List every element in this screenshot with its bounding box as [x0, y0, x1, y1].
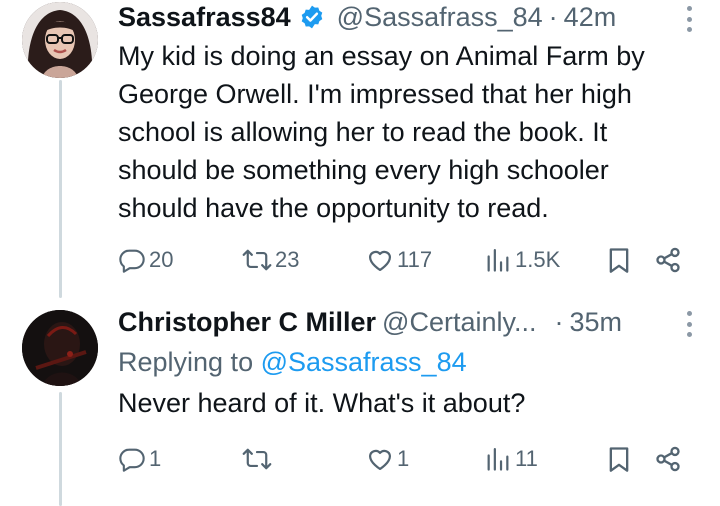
share-icon	[656, 446, 680, 472]
reply-tweet[interactable]: Christopher C Miller @Certainly... · 35m…	[118, 305, 700, 472]
user-handle[interactable]: @Sassafrass_84	[337, 2, 543, 33]
timestamp[interactable]: 42m	[564, 2, 617, 33]
display-name[interactable]: Christopher C Miller	[118, 307, 376, 338]
tweet[interactable]: Sassafrass84 @Sassafrass_84 · 42m My kid…	[118, 0, 700, 273]
reply-count: 20	[149, 247, 174, 272]
tweet-header: Christopher C Miller @Certainly... · 35m	[118, 305, 700, 339]
more-options-icon[interactable]	[684, 311, 694, 337]
separator-dot: ·	[554, 306, 564, 337]
views-button[interactable]: 1.5K	[484, 242, 560, 278]
like-button[interactable]: 117	[366, 242, 432, 278]
share-button[interactable]	[654, 242, 682, 278]
bookmark-icon	[609, 248, 629, 273]
retweet-button[interactable]	[242, 441, 275, 477]
verified-badge-icon	[299, 4, 325, 30]
tweet-header: Sassafrass84 @Sassafrass_84 · 42m	[118, 0, 700, 34]
timestamp[interactable]: 35m	[569, 307, 622, 338]
thread-connector-line	[59, 80, 62, 298]
heart-icon	[368, 449, 392, 471]
like-count: 117	[397, 247, 433, 272]
retweet-icon	[242, 448, 272, 470]
tweet-text: My kid is doing an essay on Animal Farm …	[118, 41, 645, 223]
reply-count: 1	[149, 446, 162, 471]
reply-button[interactable]: 20	[118, 242, 173, 278]
replying-to-label: Replying to	[118, 347, 261, 377]
display-name[interactable]: Sassafrass84	[118, 2, 291, 33]
analytics-icon	[487, 447, 509, 471]
retweet-count: 23	[275, 247, 300, 272]
share-button[interactable]	[654, 441, 682, 477]
bookmark-button[interactable]	[606, 242, 632, 278]
avatar[interactable]	[22, 310, 98, 386]
avatar-photo	[22, 2, 98, 78]
share-icon	[656, 247, 680, 273]
action-bar: 1 1 11	[118, 441, 700, 477]
avatar[interactable]	[22, 2, 98, 78]
bookmark-button[interactable]	[606, 441, 632, 477]
bookmark-icon	[609, 447, 629, 472]
views-button[interactable]: 11	[484, 441, 538, 477]
view-count: 11	[515, 446, 538, 471]
reply-icon	[119, 448, 145, 472]
heart-icon	[368, 250, 392, 272]
tweet-text: Never heard of it. What's it about?	[118, 388, 526, 418]
analytics-icon	[487, 248, 509, 272]
replying-to-line: Replying to @Sassafrass_84	[118, 343, 700, 381]
reply-button[interactable]: 1	[118, 441, 161, 477]
retweet-button[interactable]: 23	[242, 242, 299, 278]
action-bar: 20 23 117 1.5K	[118, 242, 700, 278]
like-button[interactable]: 1	[366, 441, 409, 477]
avatar-photo	[22, 310, 98, 386]
reply-icon	[119, 249, 145, 273]
like-count: 1	[397, 446, 410, 471]
user-handle[interactable]: @Certainly...	[382, 307, 536, 338]
separator-dot: ·	[548, 1, 558, 32]
replying-to-mention[interactable]: @Sassafrass_84	[261, 347, 467, 377]
thread-connector-line	[59, 392, 62, 506]
retweet-icon	[242, 249, 272, 271]
more-options-icon[interactable]	[684, 6, 694, 32]
view-count: 1.5K	[515, 247, 561, 272]
